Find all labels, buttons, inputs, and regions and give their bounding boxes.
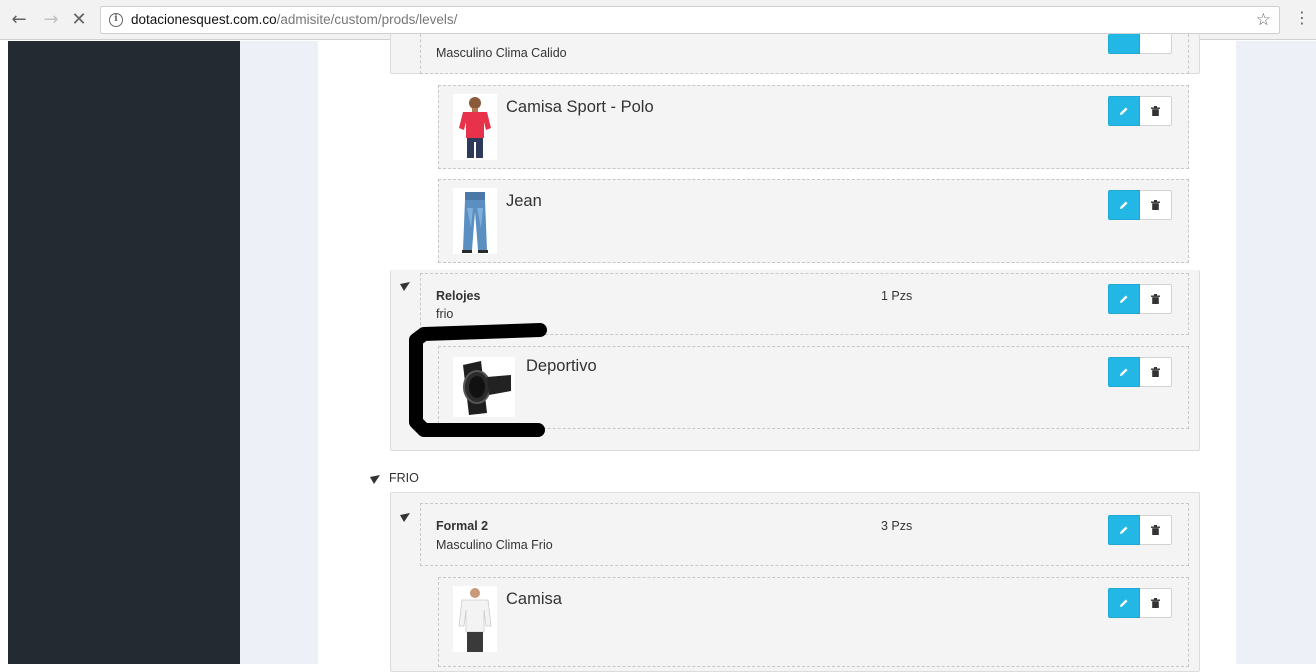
bookmark-star-icon[interactable]: ☆	[1256, 10, 1271, 30]
pencil-icon	[1120, 107, 1128, 115]
product-item: Jean	[438, 179, 1189, 263]
product-item: Deportivo	[438, 346, 1189, 429]
pencil-icon	[1120, 368, 1128, 376]
edit-button[interactable]	[1108, 515, 1140, 545]
edit-button[interactable]	[1108, 34, 1140, 54]
edit-button[interactable]	[1108, 357, 1140, 387]
category-item-relojes: Relojes 1 Pzs frio	[420, 273, 1189, 335]
category-quantity: 1 Pzs	[881, 289, 913, 303]
product-thumbnail	[453, 188, 497, 254]
trash-icon	[1151, 598, 1160, 608]
product-thumbnail	[453, 94, 497, 160]
trash-icon	[1151, 200, 1160, 210]
trash-icon	[1151, 294, 1160, 304]
caret-down-icon[interactable]	[400, 513, 410, 523]
product-name: Camisa	[506, 590, 562, 608]
product-item: Camisa	[438, 577, 1189, 667]
delete-button[interactable]	[1140, 515, 1172, 545]
category-subtitle: Masculino Clima Calido	[436, 46, 567, 60]
category-item-formal2: Formal 2 3 Pzs Masculino Clima Frio	[420, 503, 1189, 566]
delete-button[interactable]	[1140, 34, 1172, 54]
product-name: Deportivo	[526, 357, 597, 375]
stop-loading-icon[interactable]: ✕	[68, 9, 90, 31]
group-label-frio[interactable]: FRIO	[389, 471, 419, 485]
pencil-icon	[1109, 34, 1139, 53]
url-host: dotacionesquest.com.co	[131, 12, 277, 27]
product-thumbnail	[453, 357, 515, 417]
edit-button[interactable]	[1108, 284, 1140, 314]
caret-down-icon[interactable]	[400, 282, 410, 292]
category-item-top: Masculino Clima Calido	[420, 34, 1189, 74]
delete-button[interactable]	[1140, 190, 1172, 220]
product-name: Camisa Sport - Polo	[506, 98, 654, 116]
trash-icon	[1140, 34, 1171, 53]
category-title: Relojes	[436, 289, 481, 303]
edit-button[interactable]	[1108, 588, 1140, 618]
pencil-icon	[1120, 201, 1128, 209]
category-title: Formal 2	[436, 519, 489, 533]
product-item: Camisa Sport - Polo	[438, 85, 1189, 169]
pencil-icon	[1120, 526, 1128, 534]
trash-icon	[1151, 106, 1160, 116]
category-subtitle: Masculino Clima Frio	[436, 538, 553, 552]
pencil-icon	[1120, 295, 1128, 303]
caret-down-icon[interactable]	[370, 475, 380, 485]
back-arrow-icon[interactable]: ←	[8, 9, 30, 31]
delete-button[interactable]	[1140, 588, 1172, 618]
url-path: /admisite/custom/prods/levels/	[276, 12, 458, 27]
address-bar[interactable]: i dotacionesquest.com.co/admisite/custom…	[100, 6, 1280, 34]
edit-button[interactable]	[1108, 190, 1140, 220]
delete-button[interactable]	[1140, 357, 1172, 387]
pencil-icon	[1120, 599, 1128, 607]
category-subtitle: frio	[436, 307, 454, 321]
delete-button[interactable]	[1140, 284, 1172, 314]
forward-arrow-icon[interactable]: →	[40, 9, 62, 31]
left-edge	[0, 41, 8, 664]
trash-icon	[1151, 367, 1160, 377]
product-name: Jean	[506, 192, 542, 210]
edit-button[interactable]	[1108, 96, 1140, 126]
url-text[interactable]: dotacionesquest.com.co/admisite/custom/p…	[131, 12, 457, 27]
trash-icon	[1151, 525, 1160, 535]
delete-button[interactable]	[1140, 96, 1172, 126]
sidebar	[8, 41, 240, 664]
category-quantity: 3 Pzs	[881, 519, 913, 533]
info-icon[interactable]: i	[109, 13, 123, 27]
kebab-menu-icon[interactable]: ⋮	[1292, 8, 1312, 32]
product-thumbnail	[453, 586, 497, 652]
